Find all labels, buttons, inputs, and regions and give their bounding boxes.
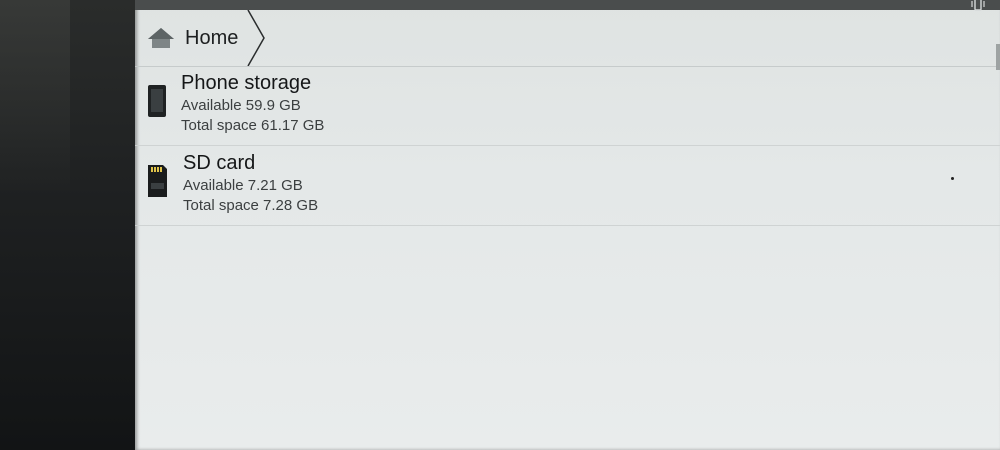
storage-available: Available 7.21 GB	[183, 177, 303, 194]
home-icon	[148, 28, 174, 48]
phone-icon	[148, 85, 166, 117]
storage-name: SD card	[183, 152, 256, 174]
bezel-glare	[0, 0, 70, 190]
device-bezel	[0, 0, 135, 450]
storage-available: Available 59.9 GB	[181, 97, 301, 114]
file-manager-screen: Home Phone storage Available 59.9 GB Tot…	[135, 0, 1000, 450]
breadcrumb-home[interactable]: Home	[147, 18, 238, 58]
dust-speck	[951, 177, 954, 180]
status-bar	[135, 0, 1000, 11]
storage-list: Phone storage Available 59.9 GB Total sp…	[135, 66, 1000, 226]
storage-name: Phone storage	[181, 72, 312, 94]
storage-total: Total space 61.17 GB	[181, 117, 325, 134]
photo-frame: Home Phone storage Available 59.9 GB Tot…	[0, 0, 1000, 450]
breadcrumb-home-label: Home	[185, 26, 239, 49]
list-item-sd-card[interactable]: SD card Available 7.21 GB Total space 7.…	[135, 146, 1000, 226]
storage-total: Total space 7.28 GB	[183, 197, 319, 214]
breadcrumb: Home	[135, 10, 1000, 70]
list-item-phone-storage[interactable]: Phone storage Available 59.9 GB Total sp…	[135, 66, 1000, 146]
breadcrumb-chevron-icon	[247, 10, 265, 66]
sd-card-icon	[148, 165, 167, 197]
